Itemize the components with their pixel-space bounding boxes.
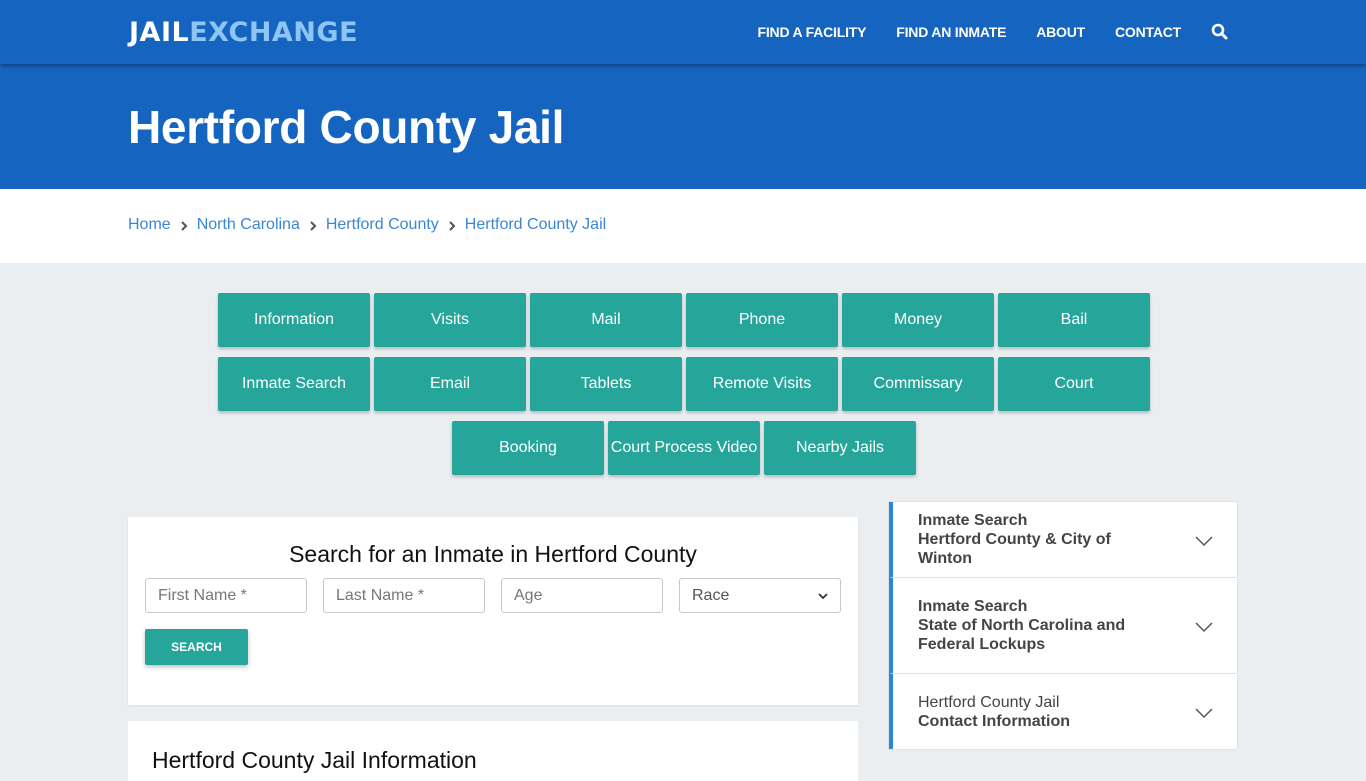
race-select[interactable]: Race — [679, 578, 841, 613]
breadcrumb-county[interactable]: Hertford County — [326, 216, 439, 234]
chevron-down-icon[interactable] — [1195, 533, 1213, 546]
search-button[interactable]: SEARCH — [145, 629, 248, 665]
breadcrumb-home-link[interactable]: Home — [128, 216, 171, 234]
tab-visits[interactable]: Visits — [374, 293, 526, 347]
nav-contact[interactable]: CONTACT — [1115, 24, 1181, 40]
accordion-state-search[interactable]: Inmate Search State of North Carolina an… — [889, 578, 1237, 674]
breadcrumb: Home North Carolina Hertford County Hert… — [0, 189, 1366, 263]
breadcrumb-state[interactable]: North Carolina — [197, 216, 300, 234]
tab-information[interactable]: Information — [218, 293, 370, 347]
tab-money[interactable]: Money — [842, 293, 994, 347]
chevron-down-icon[interactable] — [1195, 619, 1213, 632]
last-name-input[interactable] — [323, 578, 485, 613]
tab-mail[interactable]: Mail — [530, 293, 682, 347]
tab-nearby-jails[interactable]: Nearby Jails — [764, 421, 916, 475]
chevron-right-icon — [309, 219, 317, 231]
age-input[interactable] — [501, 578, 663, 613]
tab-tablets[interactable]: Tablets — [530, 357, 682, 411]
accordion-line2: Hertford County & City of Winton — [918, 531, 1111, 567]
race-select-value: Race — [692, 586, 730, 604]
accordion-county-search[interactable]: Inmate Search Hertford County & City of … — [889, 502, 1237, 578]
tab-email[interactable]: Email — [374, 357, 526, 411]
nav-find-facility[interactable]: FIND A FACILITY — [758, 24, 867, 40]
page-title: Hertford County Jail — [128, 101, 565, 153]
top-navbar: JAILEXCHANGE FIND A FACILITY FIND AN INM… — [0, 0, 1366, 64]
nav-find-inmate[interactable]: FIND AN INMATE — [896, 24, 1006, 40]
inmate-search-card: Search for an Inmate in Hertford County … — [128, 517, 858, 705]
chevron-down-icon — [818, 587, 828, 605]
chevron-right-icon — [180, 219, 188, 231]
tab-booking[interactable]: Booking — [452, 421, 604, 475]
breadcrumb-home[interactable]: Home — [128, 216, 171, 234]
breadcrumb-jail[interactable]: Hertford County Jail — [465, 216, 606, 234]
accordion-line1: Inmate Search — [918, 512, 1028, 529]
accordion-line2: State of North Carolina and Federal Lock… — [918, 617, 1126, 653]
site-logo[interactable]: JAILEXCHANGE — [129, 16, 358, 50]
logo-jail: JAIL — [129, 17, 190, 48]
accordion-line2: Contact Information — [918, 712, 1070, 730]
first-name-input[interactable] — [145, 578, 307, 613]
tab-remote-visits[interactable]: Remote Visits — [686, 357, 838, 411]
info-title: Hertford County Jail Information — [152, 747, 477, 773]
accordion-line1: Hertford County Jail — [918, 693, 1060, 711]
search-icon[interactable] — [1211, 23, 1229, 41]
tab-phone[interactable]: Phone — [686, 293, 838, 347]
tab-court[interactable]: Court — [998, 357, 1150, 411]
main-nav: FIND A FACILITY FIND AN INMATE ABOUT CON… — [728, 0, 1229, 64]
tab-bail[interactable]: Bail — [998, 293, 1150, 347]
page-header: Hertford County Jail — [0, 64, 1366, 189]
tab-inmate-search[interactable]: Inmate Search — [218, 357, 370, 411]
accordion-line1: Inmate Search — [918, 598, 1028, 615]
tab-court-process-video[interactable]: Court Process Video — [608, 421, 760, 475]
sidebar-accordion: Inmate Search Hertford County & City of … — [888, 501, 1238, 750]
tab-commissary[interactable]: Commissary — [842, 357, 994, 411]
nav-about[interactable]: ABOUT — [1036, 24, 1085, 40]
accordion-contact-info[interactable]: Hertford County Jail Contact Information — [889, 674, 1237, 749]
chevron-right-icon — [448, 219, 456, 231]
search-title: Search for an Inmate in Hertford County — [289, 541, 697, 567]
jail-information-card: Hertford County Jail Information — [128, 721, 858, 781]
facility-tabs: Information Visits Mail Phone Money Bail… — [139, 293, 1229, 485]
chevron-down-icon[interactable] — [1195, 705, 1213, 718]
logo-exchange: EXCHANGE — [189, 17, 359, 48]
